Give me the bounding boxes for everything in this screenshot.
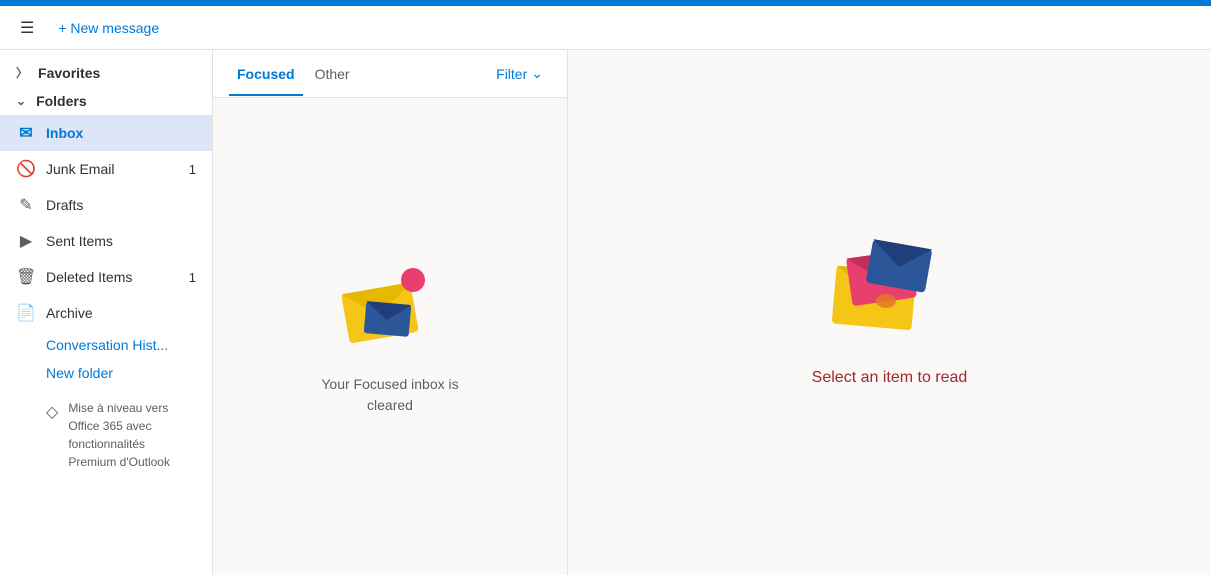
folders-header[interactable]: ⌄ Folders bbox=[0, 87, 212, 115]
sidebar-item-junk-email[interactable]: 🚫 Junk Email 1 bbox=[0, 151, 212, 187]
sidebar-item-archive[interactable]: 📄 Archive bbox=[0, 295, 212, 331]
sidebar-item-deleted-items[interactable]: 🗑 Deleted Items 1 bbox=[0, 259, 212, 295]
chevron-right-icon: 〉 bbox=[16, 64, 28, 81]
deleted-items-label: Deleted Items bbox=[46, 269, 166, 285]
conversation-hist-label: Conversation Hist... bbox=[46, 337, 168, 353]
tab-other[interactable]: Other bbox=[307, 52, 358, 96]
drafts-icon: ✎ bbox=[16, 195, 36, 215]
deleted-items-badge: 1 bbox=[176, 270, 196, 285]
chevron-down-icon: ⌄ bbox=[531, 65, 543, 82]
sidebar: 〉 Favorites ⌄ Folders ✉ Inbox 🚫 Junk Ema… bbox=[0, 50, 213, 575]
junk-icon: 🚫 bbox=[16, 159, 36, 179]
tab-focused[interactable]: Focused bbox=[229, 52, 303, 96]
inbox-icon: ✉ bbox=[16, 123, 36, 143]
drafts-label: Drafts bbox=[46, 197, 196, 213]
email-list-empty: Your Focused inbox is cleared bbox=[213, 98, 567, 575]
sent-icon: ▶ bbox=[16, 231, 36, 251]
sidebar-item-sent-items[interactable]: ▶ Sent Items bbox=[0, 223, 212, 259]
conversation-hist-link[interactable]: Conversation Hist... bbox=[0, 331, 212, 359]
toolbar: ☰ + New message bbox=[0, 6, 1211, 50]
upgrade-section[interactable]: ◇ Mise à niveau vers Office 365 avec fon… bbox=[0, 387, 212, 483]
favorites-label: Favorites bbox=[38, 65, 100, 81]
tabs-bar: Focused Other Filter ⌄ bbox=[213, 50, 567, 98]
folders-label: Folders bbox=[36, 93, 87, 109]
archive-label: Archive bbox=[46, 305, 196, 321]
diamond-icon: ◇ bbox=[46, 401, 58, 425]
filter-label: Filter bbox=[496, 66, 527, 82]
new-message-label: + New message bbox=[58, 20, 159, 36]
junk-email-badge: 1 bbox=[176, 162, 196, 177]
new-message-button[interactable]: + New message bbox=[42, 12, 171, 44]
filter-button[interactable]: Filter ⌄ bbox=[488, 61, 551, 86]
new-folder-label: New folder bbox=[46, 365, 113, 381]
menu-button[interactable]: ☰ bbox=[12, 10, 42, 46]
chevron-down-icon: ⌄ bbox=[16, 94, 26, 108]
deleted-icon: 🗑 bbox=[16, 267, 36, 287]
sidebar-item-drafts[interactable]: ✎ Drafts bbox=[0, 187, 212, 223]
reading-pane: Select an item to read bbox=[568, 50, 1211, 575]
junk-email-label: Junk Email bbox=[46, 161, 166, 177]
inbox-label: Inbox bbox=[46, 125, 196, 141]
email-list-pane: Focused Other Filter ⌄ Your Foc bbox=[213, 50, 568, 575]
new-folder-link[interactable]: New folder bbox=[0, 359, 212, 387]
main-layout: 〉 Favorites ⌄ Folders ✉ Inbox 🚫 Junk Ema… bbox=[0, 50, 1211, 575]
focused-tab-label: Focused bbox=[237, 66, 295, 82]
favorites-header[interactable]: 〉 Favorites bbox=[0, 58, 212, 87]
focused-inbox-illustration bbox=[335, 258, 445, 358]
reading-pane-illustration bbox=[814, 239, 964, 349]
reading-pane-empty: Select an item to read bbox=[812, 239, 968, 387]
sidebar-item-inbox[interactable]: ✉ Inbox bbox=[0, 115, 212, 151]
reading-pane-empty-text: Select an item to read bbox=[812, 369, 968, 387]
sent-items-label: Sent Items bbox=[46, 233, 196, 249]
other-tab-label: Other bbox=[315, 66, 350, 82]
hamburger-icon: ☰ bbox=[20, 18, 34, 38]
email-list-empty-text: Your Focused inbox is cleared bbox=[321, 374, 458, 416]
upgrade-text: Mise à niveau vers Office 365 avec fonct… bbox=[68, 399, 196, 471]
archive-icon: 📄 bbox=[16, 303, 36, 323]
